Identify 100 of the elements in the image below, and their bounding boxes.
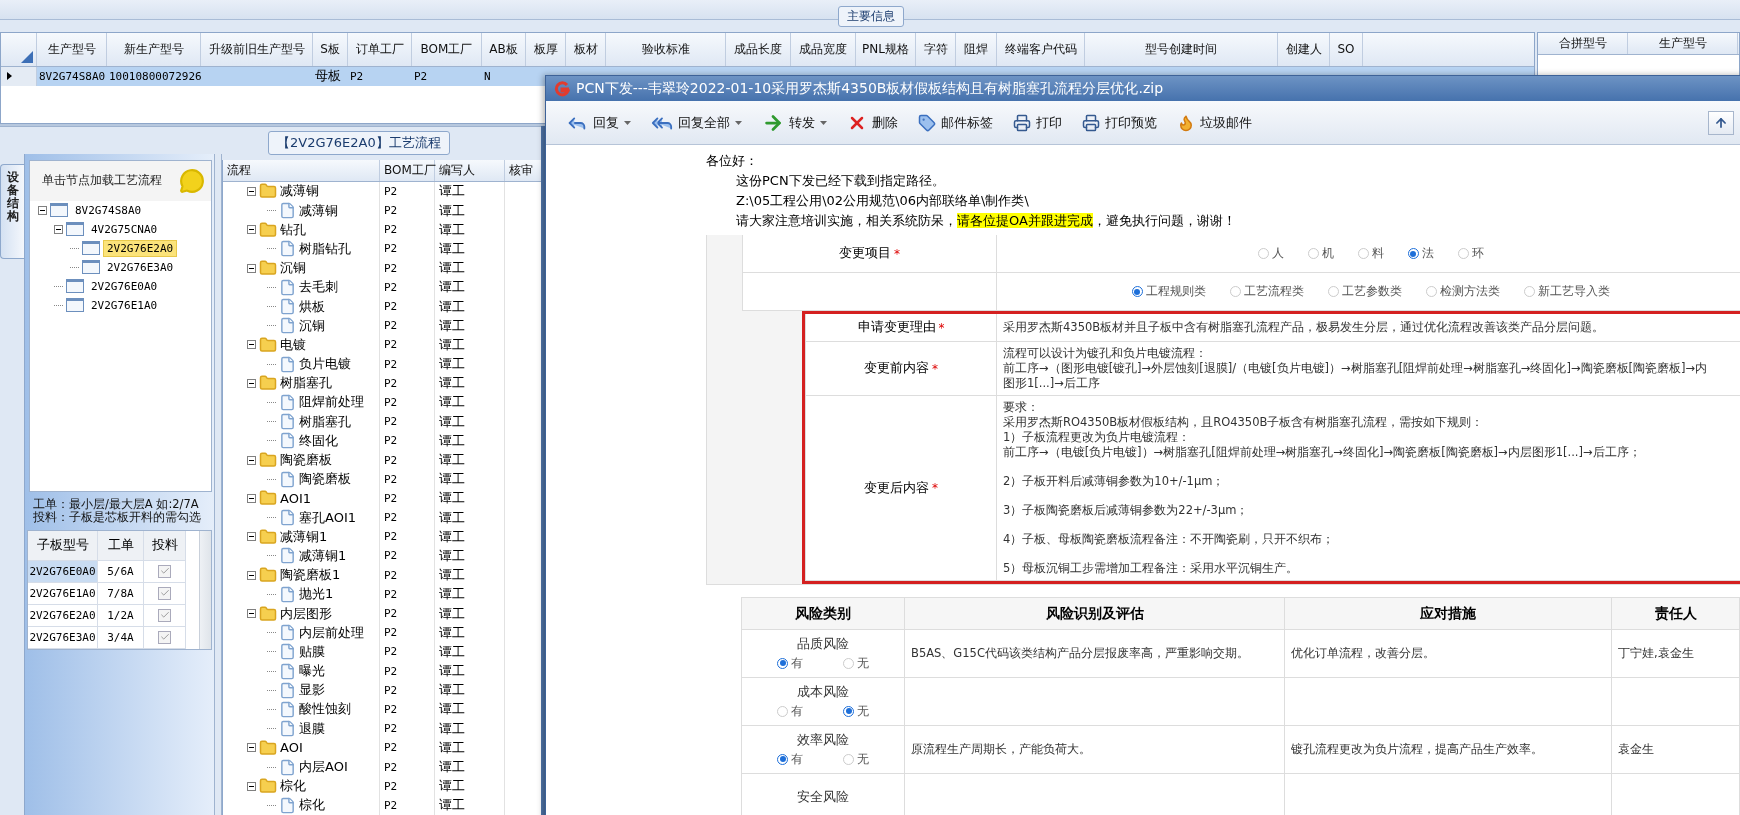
table-cell: 谭工 [439,412,465,431]
table-cell: 谭工 [439,259,465,278]
table-cell: 谭工 [439,297,465,316]
required-mark: * [894,246,900,261]
note-text: 工单：最小层/最大层A 如:2/7A [32,497,200,511]
table-cell: N [484,69,491,83]
column-header: 应对措施 [1285,598,1612,629]
field-label: 变更前内容 [864,360,929,377]
table-cell: 谭工 [439,393,465,412]
text-line: 2）子板开料后减薄铜参数为10+/-1μm； [1003,474,1225,489]
table-cell: P2 [384,587,398,601]
table-cell: 原流程生产周期长，产能负荷大。 [911,742,1091,757]
column-header: 风险识别及评估 [905,598,1285,629]
text-line: 图形1[...]→后工序 [1003,376,1101,391]
table-cell: P2 [384,664,398,678]
risk-category: 安全风险 [797,789,849,806]
risk-category: 效率风险 [797,731,849,749]
table-cell: P2 [384,261,398,275]
message-line: Z:\05工程公用\02公用规范\06内部联络单\制作类\ [735,192,1030,210]
table-cell: P2 [384,280,398,294]
table-cell: P2 [384,549,398,563]
table-cell: P2 [384,300,398,314]
table-cell: 谭工 [439,278,465,297]
table-cell: 谭工 [439,604,465,623]
table-cell: P2 [384,434,398,448]
text-line: 1）子板流程更改为负片电镀流程： [1003,430,1192,445]
table-cell: P2 [384,702,398,716]
table-cell: P2 [384,511,398,525]
text-line: 前工序→（图形电镀[镀孔]→外层蚀刻[退膜]/（电镀[负片电镀]）→树脂塞孔[阻焊前处理→树脂塞孔→终固化]→陶瓷磨板[陶瓷磨板]→内 [1003,361,1708,376]
table-cell: 谭工 [439,642,465,661]
table-cell: P2 [384,338,398,352]
table-cell: 10010800072926 [109,69,202,83]
table-cell: 5/6A [98,560,144,583]
table-cell: 谭工 [439,220,465,239]
table-cell: 谭工 [439,316,465,335]
table-cell: P2 [384,626,398,640]
field-label: 申请变更理由 [857,319,936,336]
table-cell: P2 [384,741,398,755]
table-cell: 谭工 [439,527,465,546]
note-text: 投料：子板是芯板开料的需勾选 [32,510,202,524]
table-cell: 母板 [315,67,341,86]
table-cell: 7/8A [98,582,144,605]
column-header: 风险类别 [742,598,905,629]
column-header: 责任人 [1612,598,1740,629]
table-cell: 谭工 [439,489,465,508]
risk-category: 成本风险 [797,683,849,701]
table-cell: 谭工 [439,566,465,585]
table-cell: P2 [384,319,398,333]
table-cell: P2 [384,395,398,409]
greeting-text: 各位好： [706,152,759,170]
table-cell: P2 [384,472,398,486]
table-cell: 谭工 [439,451,465,470]
message-line: 请大家注意培训实施，相关系统防呆，请各位提OA并跟进完成，避免执行问题，谢谢！ [735,212,1237,230]
table-cell: 谭工 [439,777,465,796]
text-line: 前工序→（电镀[负片电镀]）→树脂塞孔[阻焊前处理→树脂塞孔→终固化]→陶瓷磨板[陶瓷磨板]→内层图形1[...]→后工序； [1003,445,1641,460]
table-cell: 谭工 [439,681,465,700]
text-line: 流程可以设计为镀孔和负片电镀流程： [1003,346,1208,361]
text-line: 5）母板沉铜工步需增加工程备注：采用水平沉铜生产。 [1003,561,1299,576]
table-cell: 谭工 [439,239,465,258]
risk-category: 品质风险 [797,635,849,653]
table-cell: 优化订单流程，改善分层。 [1291,646,1435,661]
table-cell: 3/4A [98,626,144,649]
required-mark: * [932,361,938,376]
table-cell: 谭工 [439,546,465,565]
table-cell: 谭工 [439,585,465,604]
field-label: 变更后内容 [864,479,929,497]
table-cell: 谭工 [439,374,465,393]
table-cell: P2 [384,415,398,429]
table-cell: P2 [384,722,398,736]
table-cell: P2 [384,760,398,774]
table-cell: 谭工 [439,470,465,489]
table-cell: P2 [384,184,398,198]
required-mark: * [938,320,945,335]
table-cell: P2 [414,69,428,83]
required-mark: * [932,481,938,495]
table-cell: P2 [384,568,398,582]
table-cell: 谭工 [439,719,465,738]
table-cell: 谭工 [439,758,465,777]
panel-title: 【2V2G76E2A0】工艺流程 [268,130,450,155]
field-label: 变更项目 [839,245,891,262]
window-title: PCN下发---韦翠玲2022-01-10采用罗杰斯4350B板材假板结构且有树脂塞孔流程分层优化.zip [576,79,1163,98]
tree-hint: 单击节点加载工艺流程 [42,172,162,190]
text-line: 4）子板、母板陶瓷磨板流程备注：不开陶瓷刷，只开不织布； [1003,532,1335,547]
table-cell: P2 [384,357,398,371]
group-title: 主要信息 [838,5,904,27]
table-cell: 镀孔流程更改为负片流程，提高产品生产效率。 [1291,742,1543,757]
table-cell: P2 [350,69,364,83]
table-cell: P2 [384,779,398,793]
table-cell: P2 [384,242,398,256]
table-cell: 谭工 [439,508,465,527]
table-cell: 谭工 [439,182,465,201]
text-line: 采用罗杰斯4350B板材并且子板中含有树脂塞孔流程产品，极易发生分层，通过优化流程改善该类产品分层问题。 [1003,320,1605,335]
table-cell: 谭工 [439,738,465,757]
message-line: 这份PCN下发已经下载到指定路径。 [735,172,946,190]
table-cell: 谭工 [439,431,465,450]
table-cell: 袁金生 [1618,742,1654,757]
table-cell: 谭工 [439,201,465,220]
table-cell: 谭工 [439,700,465,719]
table-cell: 谭工 [439,335,465,354]
table-cell: P2 [384,683,398,697]
